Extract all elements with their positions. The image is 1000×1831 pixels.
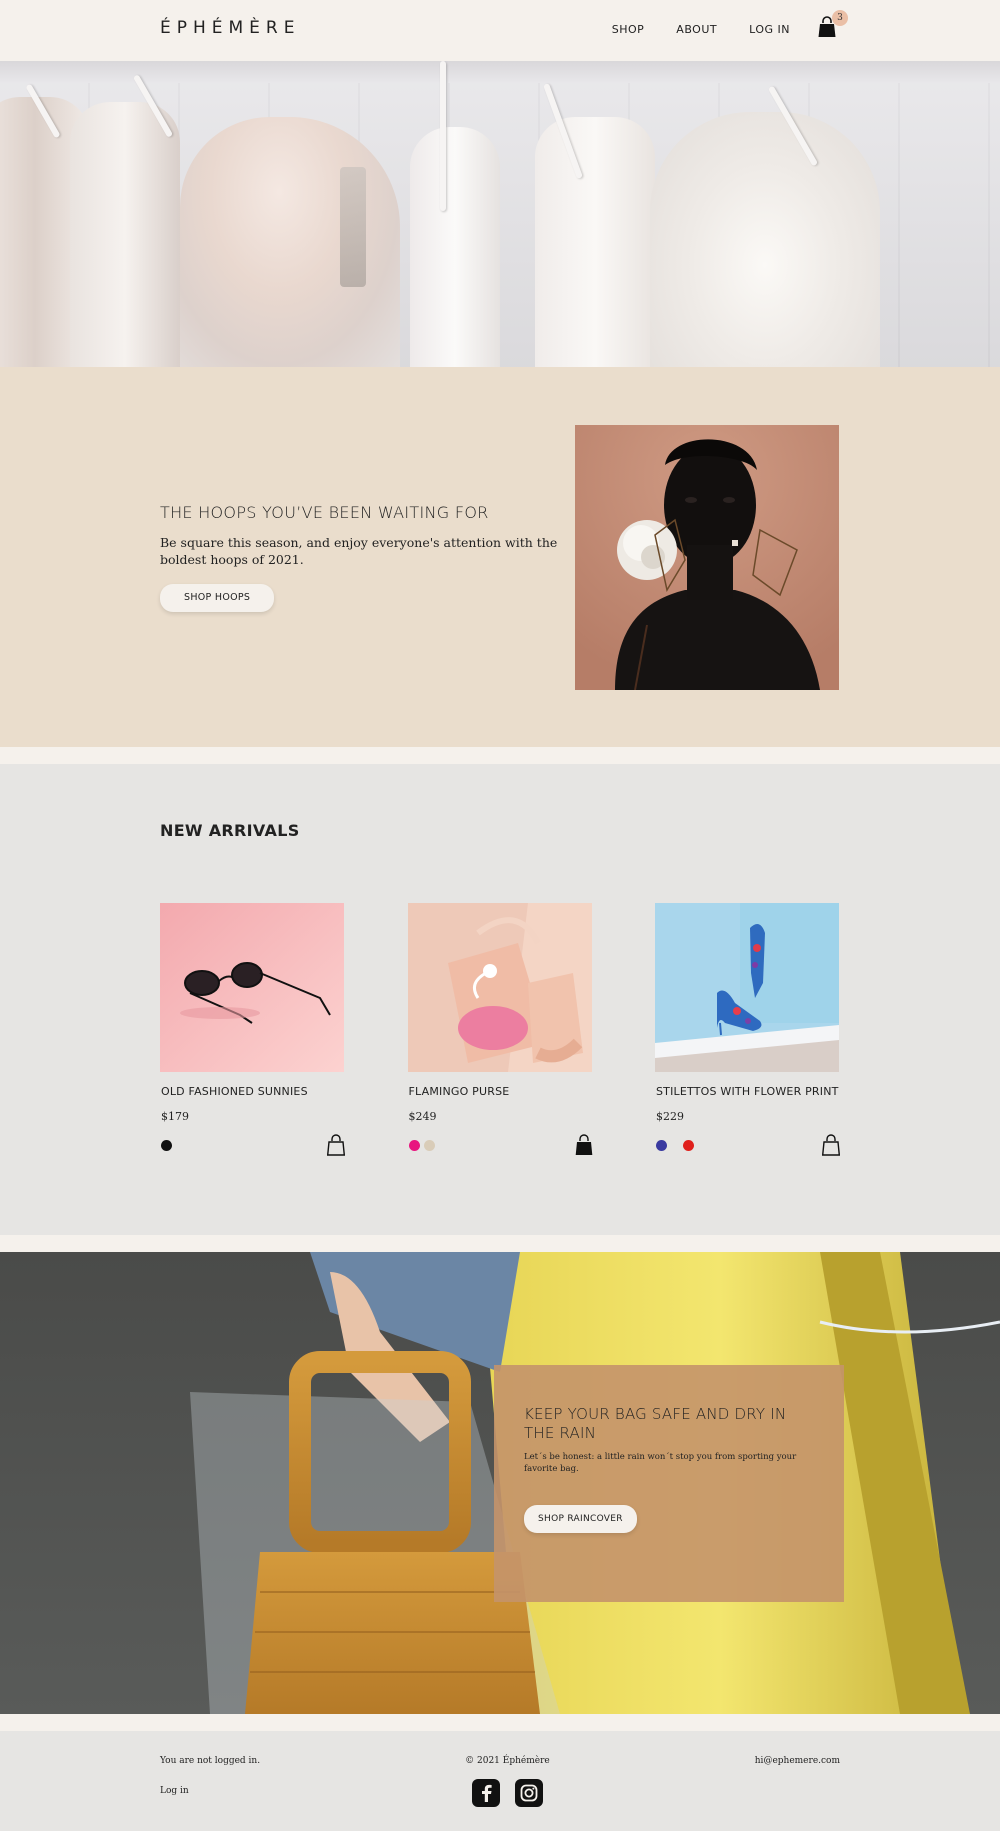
nav-login[interactable]: LOG IN: [749, 23, 790, 36]
footer-login: You are not logged in. Log in: [160, 1756, 260, 1807]
color-swatch-black[interactable]: [161, 1139, 172, 1151]
color-swatches: [408, 1139, 435, 1151]
instagram-link[interactable]: [514, 1779, 543, 1807]
shop-hoops-button[interactable]: SHOP HOOPS: [160, 583, 275, 612]
promo-body: Be square this season, and enjoy everyon…: [160, 534, 558, 567]
promo-title: THE HOOPS YOU’VE BEEN WAITING FOR: [160, 502, 489, 522]
product-image-sunglasses[interactable]: [160, 903, 344, 1072]
product-grid: OLD FASHIONED SUNNIES $179 FLAMINGO PURS…: [160, 903, 841, 1156]
main-nav: SHOP ABOUT LOG IN 3: [580, 9, 848, 40]
footer-email: hi@ephemere.com: [755, 1756, 840, 1807]
new-arrivals-section: NEW ARRIVALS OLD FASHIONED SUNNIES $179 …: [0, 764, 1000, 1235]
shopping-bag-outline-icon: [821, 1134, 841, 1156]
color-swatch-blue[interactable]: [656, 1139, 667, 1151]
hoops-model-image: [575, 424, 839, 690]
product-card[interactable]: FLAMINGO PURSE $249: [407, 903, 593, 1156]
section-title: NEW ARRIVALS: [160, 821, 300, 840]
product-name[interactable]: FLAMINGO PURSE: [409, 1085, 593, 1098]
product-price: $249: [408, 1110, 437, 1123]
footer-login-link[interactable]: Log in: [160, 1786, 260, 1796]
nav-shop[interactable]: SHOP: [612, 23, 645, 36]
product-name[interactable]: STILETTOS WITH FLOWER PRINT: [656, 1085, 840, 1098]
social-links: [465, 1779, 550, 1807]
add-to-bag-button[interactable]: [821, 1134, 841, 1156]
product-image-flamingo-purse[interactable]: [407, 903, 592, 1072]
product-card[interactable]: STILETTOS WITH FLOWER PRINT $229: [655, 903, 841, 1156]
cart-count-badge: 3: [832, 9, 848, 26]
portrait-illustration: [575, 424, 839, 690]
color-swatches: [161, 1139, 172, 1151]
footer-center: © 2021 Éphémère: [465, 1756, 550, 1807]
site-footer: You are not logged in. Log in © 2021 Éph…: [0, 1731, 1000, 1831]
shopping-bag-filled-icon: [575, 1134, 592, 1155]
product-price: $229: [656, 1110, 684, 1123]
login-status: You are not logged in.: [160, 1756, 261, 1766]
raincover-title: KEEP YOUR BAG SAFE AND DRY IN THE RAIN: [524, 1405, 787, 1442]
nav-about[interactable]: ABOUT: [676, 23, 717, 36]
raincover-card: KEEP YOUR BAG SAFE AND DRY IN THE RAIN L…: [494, 1365, 844, 1602]
facebook-link[interactable]: [471, 1779, 500, 1807]
add-to-bag-button[interactable]: [326, 1134, 346, 1156]
color-swatch-pink[interactable]: [408, 1139, 420, 1151]
raincover-banner: KEEP YOUR BAG SAFE AND DRY IN THE RAIN L…: [0, 1252, 1000, 1714]
cart-button[interactable]: 3: [818, 9, 848, 40]
product-card[interactable]: OLD FASHIONED SUNNIES $179: [160, 903, 346, 1156]
color-swatches: [656, 1139, 694, 1151]
product-image-stilettos[interactable]: [655, 903, 839, 1072]
hoops-promo: THE HOOPS YOU’VE BEEN WAITING FOR Be squ…: [0, 367, 1000, 747]
shop-raincover-button[interactable]: SHOP RAINCOVER: [524, 1505, 637, 1533]
promo-text: THE HOOPS YOU’VE BEEN WAITING FOR Be squ…: [160, 503, 560, 612]
site-header: ÉPHÉMÈRE SHOP ABOUT LOG IN 3: [0, 0, 1000, 61]
add-to-bag-button[interactable]: [575, 1134, 593, 1156]
copyright: © 2021 Éphémère: [465, 1756, 550, 1766]
facebook-icon: [481, 1784, 492, 1802]
color-swatch-red[interactable]: [683, 1139, 694, 1151]
instagram-icon: [520, 1784, 538, 1802]
product-name[interactable]: OLD FASHIONED SUNNIES: [161, 1085, 345, 1098]
raincover-body: Let´s be honest: a little rain won´t sto…: [524, 1452, 797, 1474]
product-price: $179: [161, 1110, 189, 1123]
color-swatch-beige[interactable]: [423, 1139, 435, 1151]
shopping-bag-outline-icon: [326, 1134, 346, 1156]
brand-logo[interactable]: ÉPHÉMÈRE: [160, 18, 300, 38]
contact-email[interactable]: hi@ephemere.com: [755, 1756, 840, 1766]
hero-image: [0, 61, 1000, 367]
